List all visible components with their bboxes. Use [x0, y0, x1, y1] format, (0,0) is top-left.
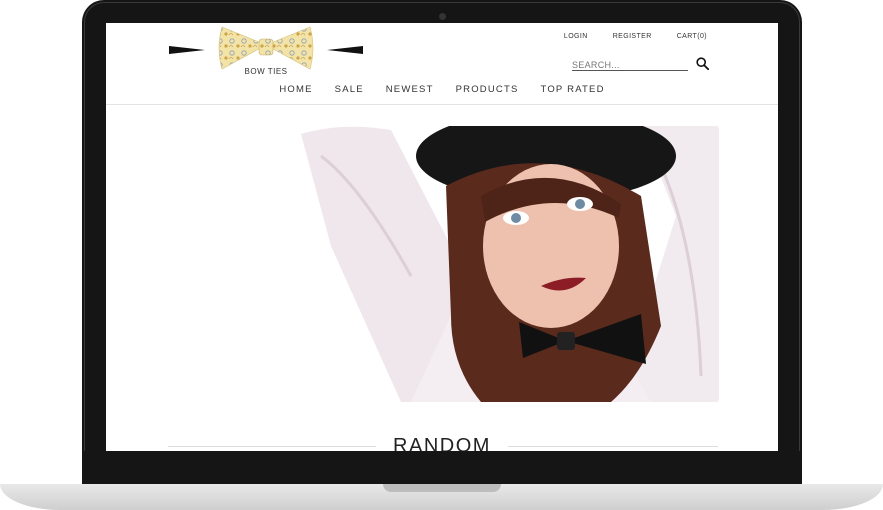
laptop-base-notch [383, 484, 501, 492]
laptop-screen: BOW TIES LOGIN REGISTER CART(0) HOME SAL… [106, 23, 778, 451]
section-rule-right [508, 446, 718, 447]
nav-products[interactable]: PRODUCTS [456, 84, 519, 95]
nav-top-rated[interactable]: TOP RATED [541, 84, 605, 95]
hero-image[interactable] [301, 126, 719, 402]
search-icon[interactable] [696, 57, 709, 70]
search-input[interactable] [572, 60, 682, 70]
section-title: RANDOM [393, 435, 491, 451]
main-nav: HOME SALE NEWEST PRODUCTS TOP RATED [106, 84, 778, 95]
logo-right-wing [327, 46, 363, 54]
cart-link[interactable]: CART(0) [677, 33, 707, 40]
logo-text: BOW TIES [244, 67, 288, 76]
search-box [572, 55, 688, 71]
nav-sale[interactable]: SALE [335, 84, 364, 95]
account-links: LOGIN REGISTER CART(0) [539, 33, 707, 40]
webcam-icon [439, 13, 446, 20]
nav-home[interactable]: HOME [279, 84, 312, 95]
login-link[interactable]: LOGIN [564, 33, 588, 40]
nav-newest[interactable]: NEWEST [386, 84, 434, 95]
header-divider [106, 104, 778, 105]
register-link[interactable]: REGISTER [613, 33, 652, 40]
bow-tie-logo-icon [218, 26, 314, 70]
laptop-bezel-bottom [84, 451, 800, 484]
logo-left-wing [169, 46, 205, 54]
site-logo[interactable]: BOW TIES [169, 25, 363, 77]
